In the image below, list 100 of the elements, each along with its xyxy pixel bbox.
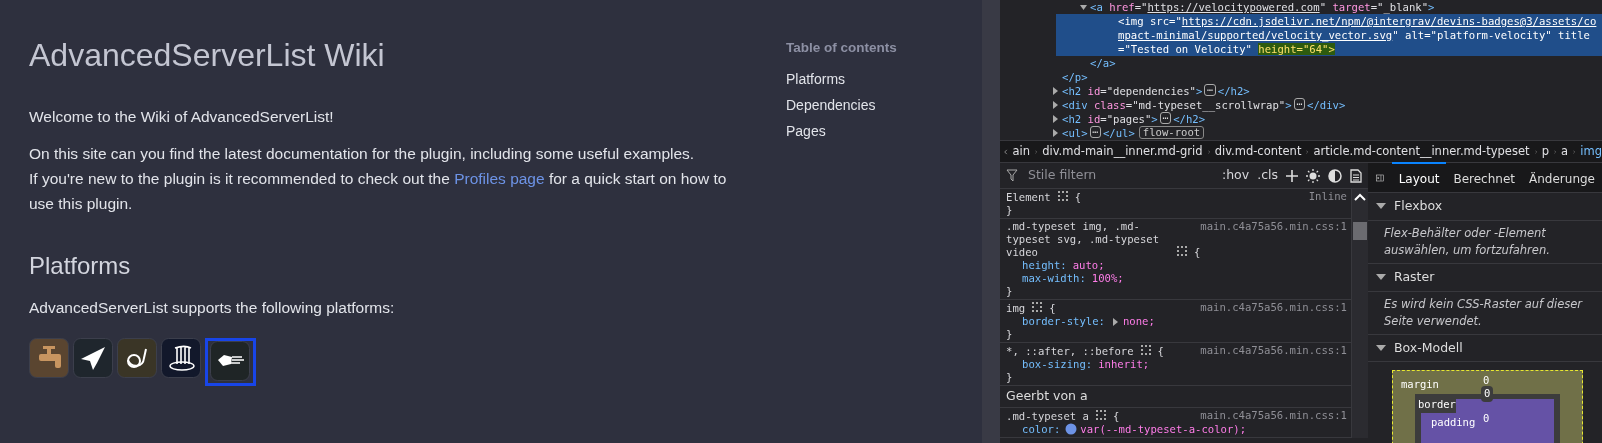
inherited-header: Geerbt von a — [1000, 386, 1351, 408]
selector-text: *, ::after, ::before — [1006, 345, 1134, 358]
property-value[interactable]: auto; — [1072, 259, 1105, 272]
brace: { — [1157, 345, 1164, 358]
property-value[interactable]: 100%; — [1091, 272, 1124, 285]
section-message: Flex-Behälter oder -Element auswählen, um fortzufahren. — [1368, 220, 1602, 264]
property-name[interactable]: border-style: — [1022, 315, 1105, 328]
section-title[interactable]: Raster — [1394, 267, 1435, 287]
brace: } — [1006, 204, 1014, 217]
property-value[interactable]: none; — [1122, 315, 1155, 328]
collapsed-badge[interactable]: ⋯ — [1293, 98, 1306, 110]
filter-icon — [1006, 169, 1018, 182]
box-label: border — [1418, 397, 1456, 413]
source-link[interactable]: main.c4a75a56.min.css:1 — [1200, 344, 1351, 357]
property-name[interactable]: height: — [1022, 259, 1067, 272]
panel-tab[interactable]: Berechnet — [1446, 161, 1523, 194]
paragraph-text: On this site can you find the latest documentation for the plugin, including some useful examples. — [29, 144, 696, 165]
brace: } — [1006, 371, 1014, 384]
source-link[interactable]: main.c4a75a56.min.css:1 — [1200, 220, 1351, 233]
toolbar-button[interactable]: .cls — [1257, 166, 1278, 185]
panel-tab[interactable]: Änderunge — [1522, 161, 1602, 194]
section-title[interactable]: Box-Modell — [1394, 338, 1463, 358]
brace: { — [1193, 246, 1201, 259]
collapsed-badge[interactable]: ⋯ — [1159, 112, 1172, 124]
box-label: margin — [1401, 377, 1439, 393]
selector-highlight-icon[interactable] — [1031, 301, 1044, 313]
brace: { — [1049, 302, 1056, 315]
selector-text: .md-typeset img, .md-typeset svg, .md-typeset video — [1006, 220, 1161, 259]
faucet-icon[interactable] — [29, 338, 69, 379]
toc-link[interactable]: Dependencies — [786, 92, 897, 119]
toc-title: Table of contents — [786, 39, 897, 57]
add-icon[interactable] — [1286, 169, 1298, 182]
markup-text: </p> — [1062, 70, 1088, 84]
sun-icon[interactable] — [1306, 168, 1320, 183]
waterfall-icon[interactable] — [161, 338, 201, 379]
half-circle-icon[interactable] — [1328, 168, 1342, 183]
toolbar-button[interactable]: :hov — [1221, 166, 1250, 185]
toc-link[interactable]: Pages — [786, 118, 897, 145]
markup-text: </ul> — [1102, 126, 1135, 140]
document-icon[interactable] — [1350, 168, 1362, 183]
breadcrumb-item[interactable]: p — [1541, 142, 1549, 161]
markup-row[interactable]: <a href="https://velocitypowered.com" target="_blank"> — [1090, 0, 1602, 14]
box-value: 0 — [1483, 411, 1490, 427]
property-name[interactable]: color: — [1022, 422, 1061, 436]
markup-text: </a> — [1090, 56, 1116, 70]
section-message: Es wird kein CSS-Raster auf dieser Seite verwendet. — [1368, 291, 1602, 335]
filter-field[interactable]: Stile filtern — [1026, 165, 1176, 186]
box-value: 0 — [1481, 386, 1494, 402]
section-title[interactable]: Flexbox — [1394, 197, 1443, 216]
selector-highlight-icon[interactable] — [1094, 408, 1107, 421]
breadcrumb-item[interactable]: div.md-content — [1214, 142, 1302, 161]
markup-text: </div> — [1307, 98, 1346, 112]
selector-highlight-icon[interactable] — [1175, 245, 1188, 257]
breadcrumb-item[interactable]: img — [1580, 142, 1602, 161]
speeding-block-icon[interactable] — [210, 341, 250, 382]
section-text: AdvancedServerList supports the following platforms: — [29, 298, 396, 319]
markup-row[interactable]: <h2 id="dependencies"> ⋯ </h2> — [1062, 84, 1602, 98]
markup-text: <h2 id="pages"> — [1062, 112, 1158, 126]
property-value[interactable]: inherit; — [1098, 358, 1150, 371]
selector-text: .md-typeset a — [1006, 409, 1089, 423]
source-link[interactable]: main.c4a75a56.min.css:1 — [1200, 301, 1351, 314]
panel-tab[interactable]: Layout — [1391, 161, 1447, 194]
coil-icon[interactable] — [117, 338, 157, 379]
breadcrumb-item[interactable]: div.md-main__inner.md-grid — [1042, 142, 1203, 161]
brace: { — [1112, 409, 1120, 423]
paper-plane-icon[interactable] — [73, 338, 113, 379]
markup-row[interactable]: <div class="md-typeset__scrollwrap"> ⋯ </div> — [1062, 98, 1602, 112]
display-badge[interactable]: flow-root — [1138, 126, 1205, 139]
selector-highlight-icon[interactable] — [1139, 344, 1152, 356]
toc-link[interactable]: Platforms — [786, 66, 897, 93]
scrollbar-thumb[interactable] — [1353, 221, 1367, 240]
property-name[interactable]: box-sizing: — [1022, 358, 1093, 371]
brace: } — [1006, 328, 1014, 341]
color-swatch-icon[interactable] — [1065, 423, 1078, 436]
section-heading: Platforms — [29, 252, 132, 282]
twisty-icon[interactable] — [1376, 202, 1386, 211]
markup-row[interactable]: <h2 id="pages"> ⋯ </h2> — [1062, 112, 1602, 126]
selector-text: img — [1006, 302, 1026, 315]
markup-text: </h2> — [1217, 84, 1250, 98]
markup-text: <a href="https://velocitypowered.com" target="_blank"> — [1090, 0, 1435, 14]
breadcrumb-item[interactable]: article.md-content__inner.md-typeset — [1313, 142, 1530, 161]
selector-highlight-icon[interactable] — [1056, 190, 1069, 202]
property-value[interactable]: var(--md-typeset-a-color); — [1080, 422, 1247, 436]
collapsed-badge[interactable]: ⋯ — [1204, 84, 1216, 96]
markup-row[interactable]: <ul> ⋯ </ul> flow-root — [1062, 126, 1602, 140]
property-name[interactable]: max-width: — [1022, 272, 1086, 285]
box-label: padding — [1431, 415, 1476, 431]
twisty-icon[interactable] — [1376, 343, 1386, 352]
scroll-up-icon[interactable] — [1352, 191, 1368, 203]
panel-toggle-icon[interactable] — [1376, 171, 1384, 184]
source-link[interactable]: main.c4a75a56.min.css:1 — [1200, 408, 1351, 422]
profiles-link[interactable]: Profiles page — [454, 170, 545, 188]
collapsed-badge[interactable]: ⋯ — [1089, 126, 1101, 138]
breadcrumb-item[interactable]: a — [1561, 142, 1569, 161]
selector-text: Element — [1006, 191, 1051, 204]
source-link[interactable]: Inline — [1308, 190, 1351, 203]
page-title: AdvancedServerList Wiki — [29, 36, 386, 75]
twisty-icon[interactable] — [1376, 273, 1386, 282]
markup-text: <ul> — [1062, 126, 1088, 140]
breadcrumb-item[interactable]: ain — [1012, 142, 1031, 161]
